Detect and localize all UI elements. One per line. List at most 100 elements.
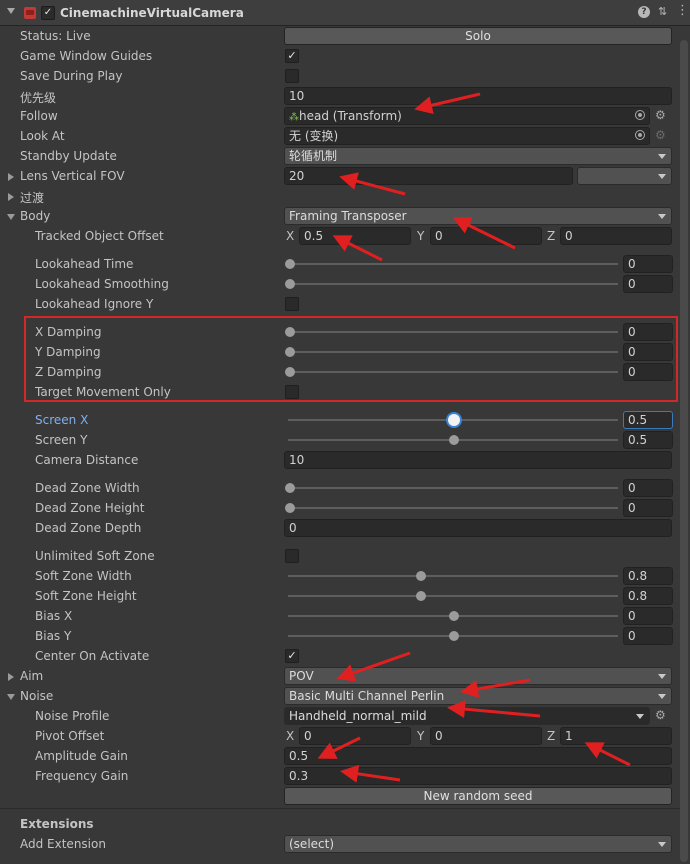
game-window-guides-checkbox[interactable]: ✓ <box>285 49 299 63</box>
lookahead-time-slider-track[interactable] <box>288 263 618 265</box>
bias-y-field[interactable]: 0 <box>623 627 673 645</box>
foldout-arrow-icon[interactable] <box>7 8 15 14</box>
bias-y-slider-handle[interactable] <box>449 631 459 641</box>
foldout-arrow-icon[interactable] <box>7 214 15 220</box>
add-extension-value: (select) <box>289 837 335 851</box>
tracked-offset-y-field[interactable]: 0 <box>430 227 542 245</box>
pivot-offset-row: Pivot Offset X 0 Y 0 Z 1 <box>0 726 680 746</box>
follow-field[interactable]: ⁂head (Transform) <box>284 107 650 125</box>
pivot-offset-z-field[interactable]: 1 <box>560 727 672 745</box>
random-seed-row: New random seed <box>0 786 680 806</box>
follow-label: Follow <box>20 109 58 123</box>
camera-distance-field[interactable]: 10 <box>284 451 672 469</box>
target-movement-only-label: Target Movement Only <box>35 385 171 399</box>
standby-update-row: Standby Update 轮循机制 <box>0 146 680 166</box>
noise-profile-dropdown[interactable]: Handheld_normal_mild <box>284 707 650 725</box>
screen-y-slider-handle[interactable] <box>449 435 459 445</box>
soft-zone-height-slider-track[interactable] <box>288 595 618 597</box>
save-during-play-checkbox[interactable] <box>285 69 299 83</box>
object-picker-icon[interactable] <box>635 130 645 140</box>
standby-update-dropdown[interactable]: 轮循机制 <box>284 147 672 165</box>
screen-x-label: Screen X <box>35 413 89 427</box>
soft-zone-height-slider-handle[interactable] <box>416 591 427 601</box>
lookahead-time-field[interactable]: 0 <box>623 255 673 273</box>
object-picker-icon[interactable] <box>635 110 645 120</box>
frequency-gain-field[interactable]: 0.3 <box>284 767 672 785</box>
foldout-arrow-icon[interactable] <box>8 673 14 681</box>
dead-zone-depth-field[interactable]: 0 <box>284 519 672 537</box>
frequency-gain-label: Frequency Gain <box>35 769 129 783</box>
lookahead-smoothing-field[interactable]: 0 <box>623 275 673 293</box>
dead-zone-height-slider-handle[interactable] <box>285 503 295 513</box>
priority-field[interactable]: 10 <box>284 87 672 105</box>
unlimited-soft-zone-checkbox[interactable] <box>285 549 299 563</box>
lens-fov-field[interactable]: 20 <box>284 167 573 185</box>
gear-icon[interactable]: ⚙ <box>655 108 666 122</box>
look-at-field[interactable]: 无 (变换) <box>284 127 650 145</box>
center-on-activate-checkbox[interactable]: ✓ <box>285 649 299 663</box>
dead-zone-width-row: Dead Zone Width 0 <box>0 478 680 498</box>
tracked-offset-x-field[interactable]: 0.5 <box>299 227 411 245</box>
amplitude-gain-field[interactable]: 0.5 <box>284 747 672 765</box>
lens-row: Lens Vertical FOV 20 <box>0 166 680 186</box>
body-dropdown[interactable]: Framing Transposer <box>284 207 672 225</box>
foldout-arrow-icon[interactable] <box>8 173 14 181</box>
lookahead-time-slider-handle[interactable] <box>285 259 295 269</box>
screen-y-field[interactable]: 0.5 <box>623 431 673 449</box>
dead-zone-width-slider-handle[interactable] <box>285 483 295 493</box>
lookahead-time-row: Lookahead Time 0 <box>0 254 680 274</box>
screen-x-slider-handle[interactable] <box>448 414 460 426</box>
extensions-heading-row: Extensions <box>0 814 680 834</box>
help-icon[interactable]: ? <box>638 6 650 18</box>
scrollbar[interactable] <box>680 40 688 862</box>
z-axis-label: Z <box>547 229 556 243</box>
component-enabled-checkbox[interactable]: ✓ <box>41 6 55 20</box>
screen-x-field[interactable]: 0.5 <box>623 411 673 429</box>
lookahead-smoothing-slider-track[interactable] <box>288 283 618 285</box>
dead-zone-width-slider-track[interactable] <box>288 487 618 489</box>
lookahead-ignore-y-checkbox[interactable] <box>285 297 299 311</box>
soft-zone-width-field[interactable]: 0.8 <box>623 567 673 585</box>
screen-y-row: Screen Y 0.5 <box>0 430 680 450</box>
look-at-row: Look At 无 (变换) ⚙ <box>0 126 680 146</box>
more-options-icon[interactable]: ⋮ <box>676 3 689 18</box>
gear-icon: ⚙ <box>655 128 666 142</box>
chevron-down-icon <box>658 154 666 159</box>
aim-dropdown[interactable]: POV <box>284 667 672 685</box>
gear-icon[interactable]: ⚙ <box>655 708 666 722</box>
dead-zone-height-field[interactable]: 0 <box>623 499 673 517</box>
dead-zone-depth-label: Dead Zone Depth <box>35 521 142 535</box>
bias-y-label: Bias Y <box>35 629 72 643</box>
dead-zone-height-slider-track[interactable] <box>288 507 618 509</box>
pivot-offset-x-field[interactable]: 0 <box>299 727 411 745</box>
tracked-offset-z-field[interactable]: 0 <box>560 227 672 245</box>
lookahead-smoothing-slider-handle[interactable] <box>285 279 295 289</box>
chevron-down-icon <box>658 674 666 679</box>
foldout-arrow-icon[interactable] <box>7 694 15 700</box>
dead-zone-height-row: Dead Zone Height 0 <box>0 498 680 518</box>
pivot-offset-y-field[interactable]: 0 <box>430 727 542 745</box>
solo-button[interactable]: Solo <box>284 27 672 45</box>
dead-zone-width-field[interactable]: 0 <box>623 479 673 497</box>
body-label: Body <box>20 209 51 223</box>
bias-x-field[interactable]: 0 <box>623 607 673 625</box>
bias-y-row: Bias Y 0 <box>0 626 680 646</box>
lookahead-ignore-y-label: Lookahead Ignore Y <box>35 297 154 311</box>
presets-icon[interactable]: ⇅ <box>658 5 667 18</box>
soft-zone-height-field[interactable]: 0.8 <box>623 587 673 605</box>
x-axis-label: X <box>286 229 295 243</box>
lens-preset-dropdown[interactable] <box>577 167 672 185</box>
soft-zone-width-slider-track[interactable] <box>288 575 618 577</box>
frequency-gain-row: Frequency Gain 0.3 <box>0 766 680 786</box>
aim-label: Aim <box>20 669 44 683</box>
new-random-seed-button[interactable]: New random seed <box>284 787 672 805</box>
soft-zone-width-slider-handle[interactable] <box>416 571 427 581</box>
noise-dropdown[interactable]: Basic Multi Channel Perlin <box>284 687 672 705</box>
add-extension-dropdown[interactable]: (select) <box>284 835 672 853</box>
save-during-play-row: Save During Play <box>0 66 680 86</box>
save-during-play-label: Save During Play <box>20 69 123 83</box>
screen-y-label: Screen Y <box>35 433 88 447</box>
bias-x-slider-handle[interactable] <box>449 611 459 621</box>
target-movement-only-checkbox[interactable] <box>285 385 299 399</box>
foldout-arrow-icon[interactable] <box>8 193 14 201</box>
